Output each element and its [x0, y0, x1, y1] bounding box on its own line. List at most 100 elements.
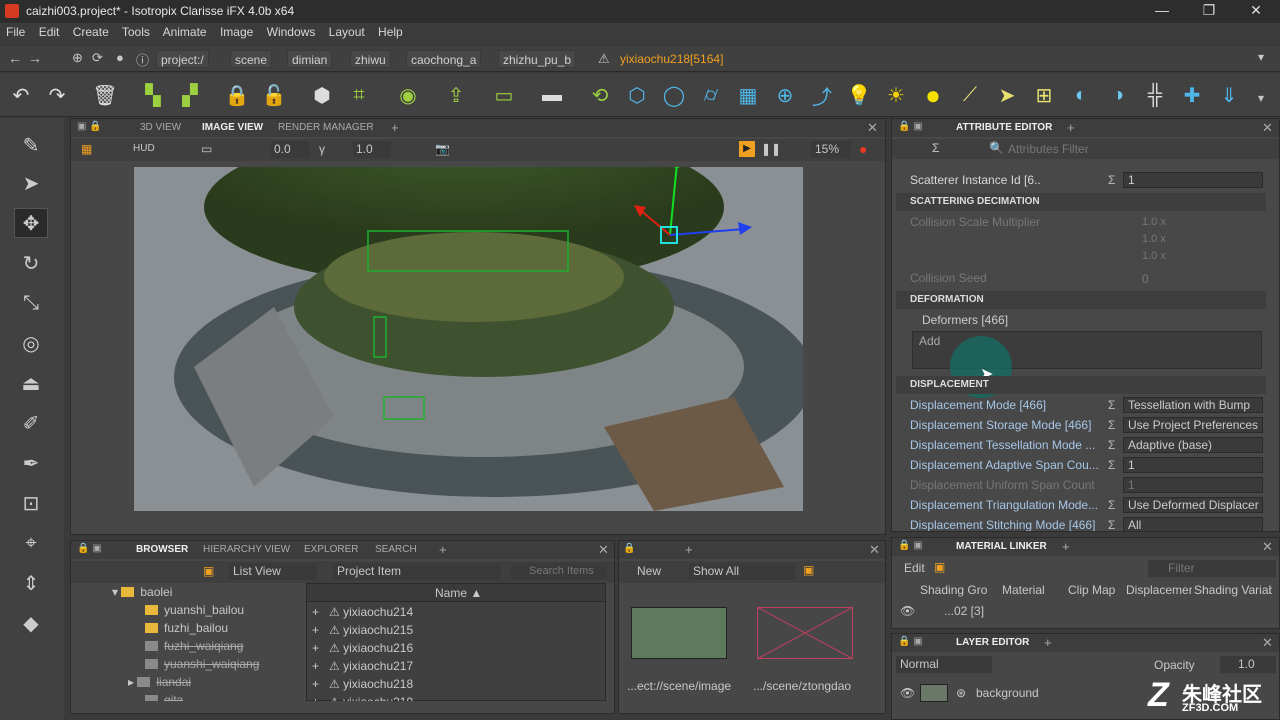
close-panel-icon[interactable]: ✕ [867, 120, 878, 136]
tab-browser[interactable]: BROWSER [136, 544, 188, 555]
uniform-span-field[interactable]: 1 [1123, 477, 1263, 493]
frame-tool-icon[interactable]: ⊡ [14, 488, 48, 518]
tree-item-liandai[interactable]: ▸ liandai [128, 673, 191, 691]
move-add-icon[interactable]: ✚ [1177, 80, 1207, 110]
menu-tools[interactable]: Tools [122, 25, 150, 39]
globe-primitive-icon[interactable]: ⊕ [770, 80, 800, 110]
add-deformer-button[interactable]: Add [919, 334, 940, 348]
list-item[interactable]: + ⚠ yixiaochu219 [312, 693, 413, 701]
back-arrow-icon[interactable]: ← [8, 50, 22, 66]
sphere-primitive-icon[interactable]: ◯ [659, 80, 689, 110]
tree-item-qita[interactable]: qita [145, 691, 183, 701]
tab-material-linker[interactable]: MATERIAL LINKER [956, 541, 1047, 552]
tab-hierarchy-view[interactable]: HIERARCHY VIEW [203, 544, 290, 555]
collision-seed-value[interactable]: 0 [1142, 272, 1149, 286]
record-icon[interactable]: ● [859, 141, 867, 157]
scale-tool-icon[interactable]: ⤡ [14, 288, 48, 318]
comment-icon[interactable]: ▭ [489, 80, 519, 110]
sum-icon[interactable]: Σ [1108, 415, 1122, 435]
tab-explorer[interactable]: EXPLORER [304, 544, 358, 555]
attributes-filter-input[interactable]: Attributes Filter [1008, 142, 1089, 156]
globe-add-icon[interactable]: ◉ [393, 80, 423, 110]
sum-icon[interactable]: Σ [1108, 515, 1122, 531]
hud-label[interactable]: HUD [133, 143, 155, 154]
sun-light-icon[interactable]: ☀ [881, 80, 911, 110]
sum-icon[interactable]: Σ [1108, 395, 1122, 415]
move-tool-icon[interactable]: ✥ [14, 208, 48, 238]
align-icon[interactable]: ╬ [1140, 80, 1170, 110]
blend-mode-dropdown[interactable]: Normal [896, 656, 992, 673]
add-tab-icon[interactable]: + [685, 542, 693, 557]
breadcrumb-current[interactable]: yixiaochu218[5164] [620, 52, 723, 66]
section-displacement[interactable]: DISPLACEMENT [896, 376, 1266, 394]
home-icon[interactable]: ⊕ [72, 50, 83, 66]
unlock-item-icon[interactable]: 🔓 [259, 80, 289, 110]
sum-icon[interactable]: Σ [1108, 455, 1122, 475]
gamma-field[interactable]: 1.0 [353, 141, 391, 158]
scatterer-value-field[interactable]: 1 [1123, 172, 1263, 188]
breadcrumb-caochong[interactable]: caochong_a [406, 50, 482, 68]
sum-icon[interactable]: Σ [1108, 170, 1122, 190]
close-panel-icon[interactable]: ✕ [869, 542, 880, 558]
refresh-icon[interactable]: ⟳ [92, 50, 103, 66]
box-primitive-icon[interactable]: ⬡ [622, 80, 652, 110]
list-item[interactable]: + ⚠ yixiaochu215 [312, 621, 413, 639]
layer-lock-icon[interactable]: 🔒 ▣ [898, 636, 923, 647]
col-displacement[interactable]: Displacement [1126, 583, 1192, 597]
group-icon[interactable]: ▚ [138, 80, 168, 110]
select-tool-icon[interactable]: ➤ [14, 168, 48, 198]
browser-search-input[interactable]: Search Items [511, 563, 607, 580]
list-item[interactable]: + ⚠ yixiaochu216 [312, 639, 413, 657]
col-shading-group[interactable]: Shading Group [920, 583, 988, 597]
rotate-object-icon[interactable]: ⟲ [585, 80, 615, 110]
exposure-field[interactable]: 0.0 [271, 141, 309, 158]
linker-icon[interactable]: ▣ [934, 560, 945, 574]
menu-edit[interactable]: Edit [39, 25, 60, 39]
area-light-icon[interactable]: ⊞ [1029, 80, 1059, 110]
browser-home-icon[interactable]: ▣ [203, 564, 214, 578]
browser-lock-icon[interactable]: 🔒 ▣ [77, 543, 102, 554]
snap-tool-icon[interactable]: ⇕ [14, 568, 48, 598]
lock-icon[interactable]: ● [116, 50, 124, 65]
tree-item-fuzhi-waiqiang[interactable]: fuzhi_waiqiang [145, 637, 243, 655]
undo-icon[interactable]: ↶ [6, 80, 36, 110]
empty-thumbnail[interactable] [757, 607, 853, 659]
collision-x-value[interactable]: 1.0 x [1142, 216, 1166, 228]
menu-image[interactable]: Image [220, 25, 253, 39]
menu-help[interactable]: Help [378, 25, 403, 39]
new-button[interactable]: New [637, 564, 661, 578]
close-panel-icon[interactable]: ✕ [1262, 539, 1273, 555]
linker-filter-input[interactable]: Filter [1148, 560, 1276, 577]
frame-icon[interactable]: ⌗ [344, 80, 374, 110]
camera-tool-icon[interactable]: ⌖ [14, 528, 48, 558]
close-panel-icon[interactable]: ✕ [598, 542, 609, 558]
zoom-field[interactable]: 15% [811, 141, 851, 158]
render-viewport[interactable] [134, 167, 803, 511]
tree-item-yuanshi-bailou[interactable]: yuanshi_bailou [145, 601, 244, 619]
breadcrumb-zhizhu[interactable]: zhizhu_pu_b [498, 50, 577, 68]
eye-icon[interactable]: 👁 [900, 604, 915, 618]
sphere-light-icon[interactable]: ● [918, 80, 948, 110]
tab-image-view[interactable]: IMAGE VIEW [202, 122, 263, 133]
forward-arrow-icon[interactable]: → [28, 50, 42, 66]
list-item[interactable]: + ⚠ yixiaochu214 [312, 603, 413, 621]
triangulation-mode-dropdown[interactable]: Use Deformed Displacer [1123, 497, 1263, 513]
rotate-tool-icon[interactable]: ↻ [14, 248, 48, 278]
linker-lock-icon[interactable]: 🔒 ▣ [898, 540, 923, 551]
scatter-icon[interactable]: ⇓ [1214, 80, 1244, 110]
stitching-mode-dropdown[interactable]: All [1123, 517, 1263, 531]
breadcrumb-dimian[interactable]: dimian [287, 50, 333, 68]
curve-icon[interactable]: ⤴ [807, 80, 837, 110]
menu-file[interactable]: File [6, 25, 25, 39]
tree-item-baolei[interactable]: ▾ baolei [112, 583, 172, 601]
grid-primitive-icon[interactable]: ▦ [733, 80, 763, 110]
col-material[interactable]: Material [1002, 583, 1045, 597]
tree-item-yuanshi-waiqiang[interactable]: yuanshi_waiqiang [145, 655, 259, 673]
list-view-dropdown[interactable]: List View [229, 563, 317, 580]
spot-light-icon[interactable]: ⟋ [955, 80, 985, 110]
menu-layout[interactable]: Layout [329, 25, 365, 39]
cylinder-primitive-icon[interactable]: ⌭ [696, 80, 726, 110]
stamp-tool-icon[interactable]: ⏏ [14, 368, 48, 398]
menu-animate[interactable]: Animate [163, 25, 207, 39]
attr-lock-icon[interactable]: 🔒 ▣ [898, 121, 923, 132]
